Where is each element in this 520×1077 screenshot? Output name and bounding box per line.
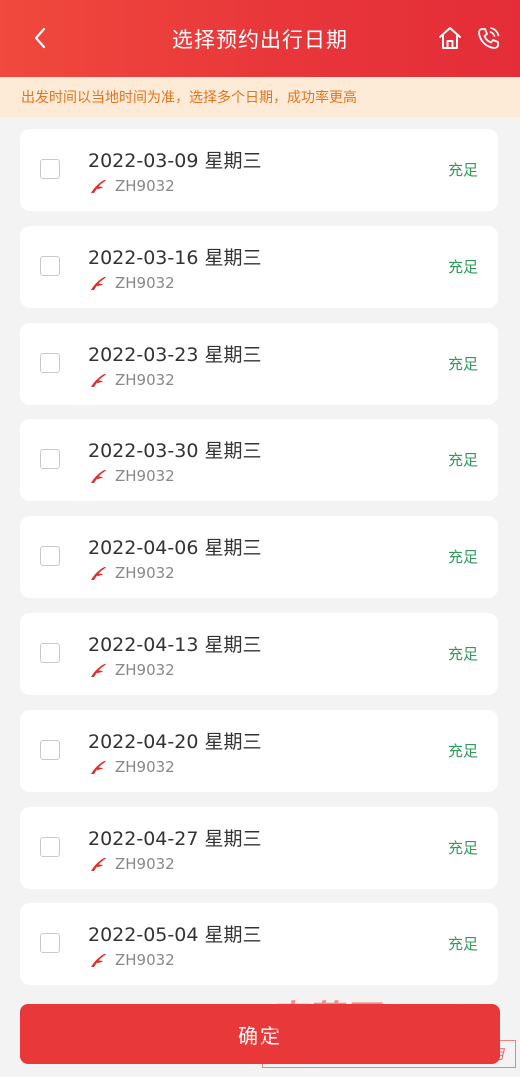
availability-status: 充足 [447, 548, 478, 567]
flight-info: ZH9032 [88, 756, 175, 778]
flight-code: ZH9032 [115, 177, 175, 195]
date-card[interactable]: 2022-04-27 星期三 ZH9032 充足 [20, 806, 498, 889]
date-checkbox[interactable] [40, 159, 60, 179]
date-card[interactable]: 2022-03-30 星期三 ZH9032 充足 [20, 419, 498, 502]
flight-info: ZH9032 [88, 949, 175, 971]
airline-logo-icon [91, 760, 106, 774]
date-label: 2022-04-20 星期三 [88, 730, 262, 753]
date-checkbox[interactable] [40, 546, 60, 567]
flight-code: ZH9032 [115, 854, 175, 873]
home-icon [439, 27, 461, 49]
date-checkbox[interactable] [40, 352, 60, 373]
airline-logo-icon [91, 276, 106, 290]
airline-logo-icon [91, 954, 106, 968]
airline-logo-icon [91, 373, 106, 387]
date-label: 2022-04-27 星期三 [88, 827, 262, 850]
app-header: 选择预约出行日期 [0, 0, 520, 77]
date-label: 2022-04-06 星期三 [88, 537, 262, 560]
availability-status: 充足 [447, 741, 478, 760]
date-label: 2022-05-04 星期三 [88, 924, 262, 947]
flight-code: ZH9032 [115, 564, 175, 583]
airline-logo-icon [91, 179, 106, 193]
flight-info: ZH9032 [88, 562, 175, 584]
date-card[interactable]: 2022-03-23 星期三 ZH9032 充足 [20, 322, 498, 405]
flight-info: ZH9032 [88, 853, 175, 875]
date-checkbox[interactable] [40, 739, 60, 760]
date-checkbox[interactable] [40, 643, 60, 663]
availability-status: 充足 [447, 838, 478, 857]
date-card[interactable]: 2022-03-16 星期三 ZH9032 充足 [20, 225, 498, 308]
flight-info: ZH9032 [88, 659, 175, 681]
confirm-button[interactable]: 确定 [20, 1004, 500, 1064]
flight-info: ZH9032 [88, 175, 175, 197]
airline-logo-icon [91, 470, 106, 484]
flight-code: ZH9032 [115, 370, 175, 389]
date-checkbox[interactable] [40, 836, 60, 857]
availability-status: 充足 [447, 451, 478, 470]
flight-code: ZH9032 [115, 467, 175, 486]
flight-code: ZH9032 [115, 757, 175, 776]
date-card[interactable]: 2022-05-04 星期三 ZH9032 充足 [20, 903, 498, 986]
date-checkbox[interactable] [40, 933, 60, 954]
date-card[interactable]: 2022-04-20 星期三 ZH9032 充足 [20, 709, 498, 792]
flight-code: ZH9032 [115, 661, 175, 679]
flight-info: ZH9032 [88, 272, 175, 294]
availability-status: 充足 [447, 257, 478, 276]
date-card[interactable]: 2022-04-13 星期三 ZH9032 充足 [20, 613, 498, 695]
date-label: 2022-03-09 星期三 [88, 150, 262, 172]
date-label: 2022-03-23 星期三 [88, 343, 262, 366]
airline-logo-icon [91, 857, 106, 871]
notice-banner: 出发时间以当地时间为准，选择多个日期，成功率更高 [0, 77, 520, 117]
date-card[interactable]: 2022-04-06 星期三 ZH9032 充足 [20, 516, 498, 599]
flight-code: ZH9032 [115, 273, 175, 292]
phone-icon [478, 27, 500, 49]
airline-logo-icon [91, 567, 106, 581]
date-checkbox[interactable] [40, 255, 60, 276]
availability-status: 充足 [447, 161, 478, 179]
flight-info: ZH9032 [88, 369, 175, 391]
availability-status: 充足 [447, 935, 478, 954]
date-card[interactable]: 2022-03-09 星期三 ZH9032 充足 [20, 129, 498, 211]
availability-status: 充足 [447, 645, 478, 663]
flight-code: ZH9032 [115, 951, 175, 970]
date-label: 2022-03-16 星期三 [88, 246, 262, 269]
date-checkbox[interactable] [40, 449, 60, 470]
availability-status: 充足 [447, 354, 478, 373]
flight-info: ZH9032 [88, 465, 175, 487]
phone-button[interactable] [474, 24, 502, 52]
date-label: 2022-03-30 星期三 [88, 440, 262, 463]
date-label: 2022-04-13 星期三 [88, 634, 262, 656]
home-button[interactable] [436, 24, 464, 52]
airline-logo-icon [91, 663, 106, 677]
